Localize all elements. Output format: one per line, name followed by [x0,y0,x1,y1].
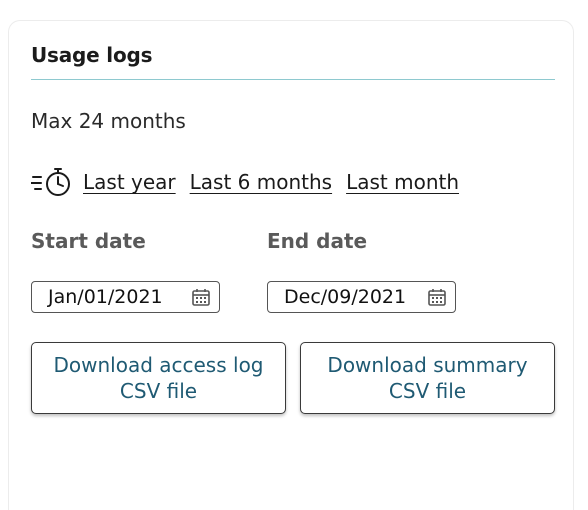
quick-range-row: Last year Last 6 months Last month [31,166,473,198]
end-date-value: Dec/09/2021 [284,286,407,308]
timer-fast-icon [31,166,75,198]
download-access-log-button[interactable]: Download access log CSV file [31,342,286,414]
start-date-value: Jan/01/2021 [48,286,163,308]
end-date-input[interactable]: Dec/09/2021 [267,281,456,313]
download-summary-button[interactable]: Download summary CSV file [300,342,555,414]
card-title: Usage logs [31,43,153,67]
link-last-month[interactable]: Last month [346,170,459,194]
usage-logs-card: Usage logs Max 24 months Last year Last … [8,20,574,510]
max-range-note: Max 24 months [31,109,186,133]
link-last-6-months[interactable]: Last 6 months [190,170,332,194]
calendar-icon[interactable] [427,287,447,307]
calendar-icon[interactable] [191,287,211,307]
start-date-input[interactable]: Jan/01/2021 [31,281,220,313]
start-date-label: Start date [31,229,146,253]
end-date-label: End date [267,229,368,253]
link-last-year[interactable]: Last year [83,170,176,194]
title-divider [31,79,555,80]
